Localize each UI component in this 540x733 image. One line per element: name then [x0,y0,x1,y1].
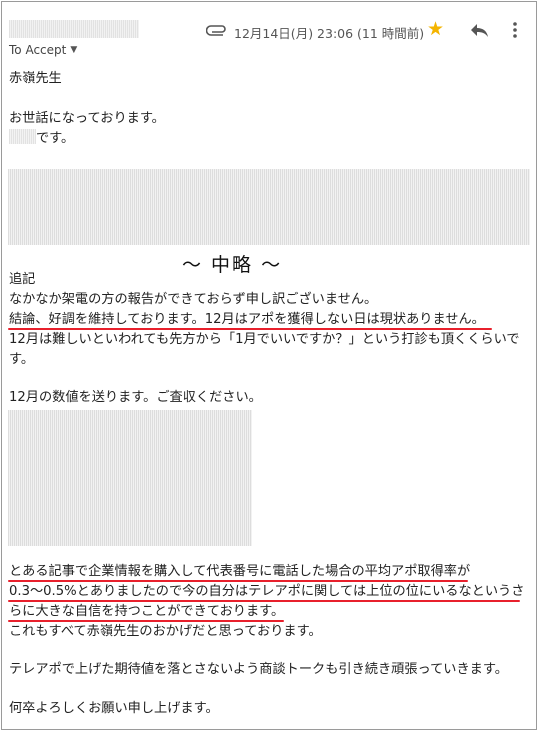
p3-line2: 0.3〜0.5%とありましたので今の自分はテレアポに関しては上位の位にいるなとい… [9,584,525,599]
recipient-label: To Accept [9,43,67,57]
star-icon[interactable]: ★ [427,20,444,39]
redacted-sender-inline [9,129,36,144]
p4-line: テレアポで上げた期待値を落とさないよう商談トークも引き続き頑張っていきます。 [9,662,508,677]
reply-icon[interactable] [469,22,489,38]
paperclip-icon [206,25,226,36]
greeting-line: 赤嶺先生 [9,71,62,86]
redacted-figures [8,410,252,546]
redacted-sender-name [9,20,139,38]
recipient-dropdown[interactable]: To Accept ▼ [9,43,77,57]
closing-line: 何卒よろしくお願い申し上げます。 [9,701,219,716]
intro-line: お世話になっております。 [9,111,165,126]
redacted-paragraph [8,169,530,245]
caret-down-icon[interactable]: ▼ [70,45,77,55]
postscript-label: 追記 [9,272,36,287]
self-intro-suffix: です。 [36,131,75,146]
omitted-marker: 〜 中略 〜 [182,254,283,276]
message-date: 12月14日(月) 23:06 (11 時間前) [234,26,425,41]
more-vert-icon[interactable] [512,21,518,39]
p1-line1: なかなか架電の方の報告ができておらず申し訳ございません。 [9,292,378,307]
self-intro-line: です。 [9,129,74,149]
p3-line1: とある記事で企業情報を購入して代表番号に電話した場合の平均アポ取得率が [9,564,471,579]
p1-line2: 結論、好調を維持しております。12月はアポを獲得しない日は現状ありません。 [9,312,485,327]
p1-line3: 12月は難しいといわれても先方から「1月でいいですか？」という打診も頂くくらいで [9,332,520,347]
p3-line3: らに大きな自信を持つことができております。 [9,604,285,619]
p3-line4: これもすべて赤嶺先生のおかげだと思っております。 [9,624,322,639]
p1-line4: す。 [9,352,35,367]
p2-line: 12月の数値を送ります。ご査収ください。 [9,390,262,405]
